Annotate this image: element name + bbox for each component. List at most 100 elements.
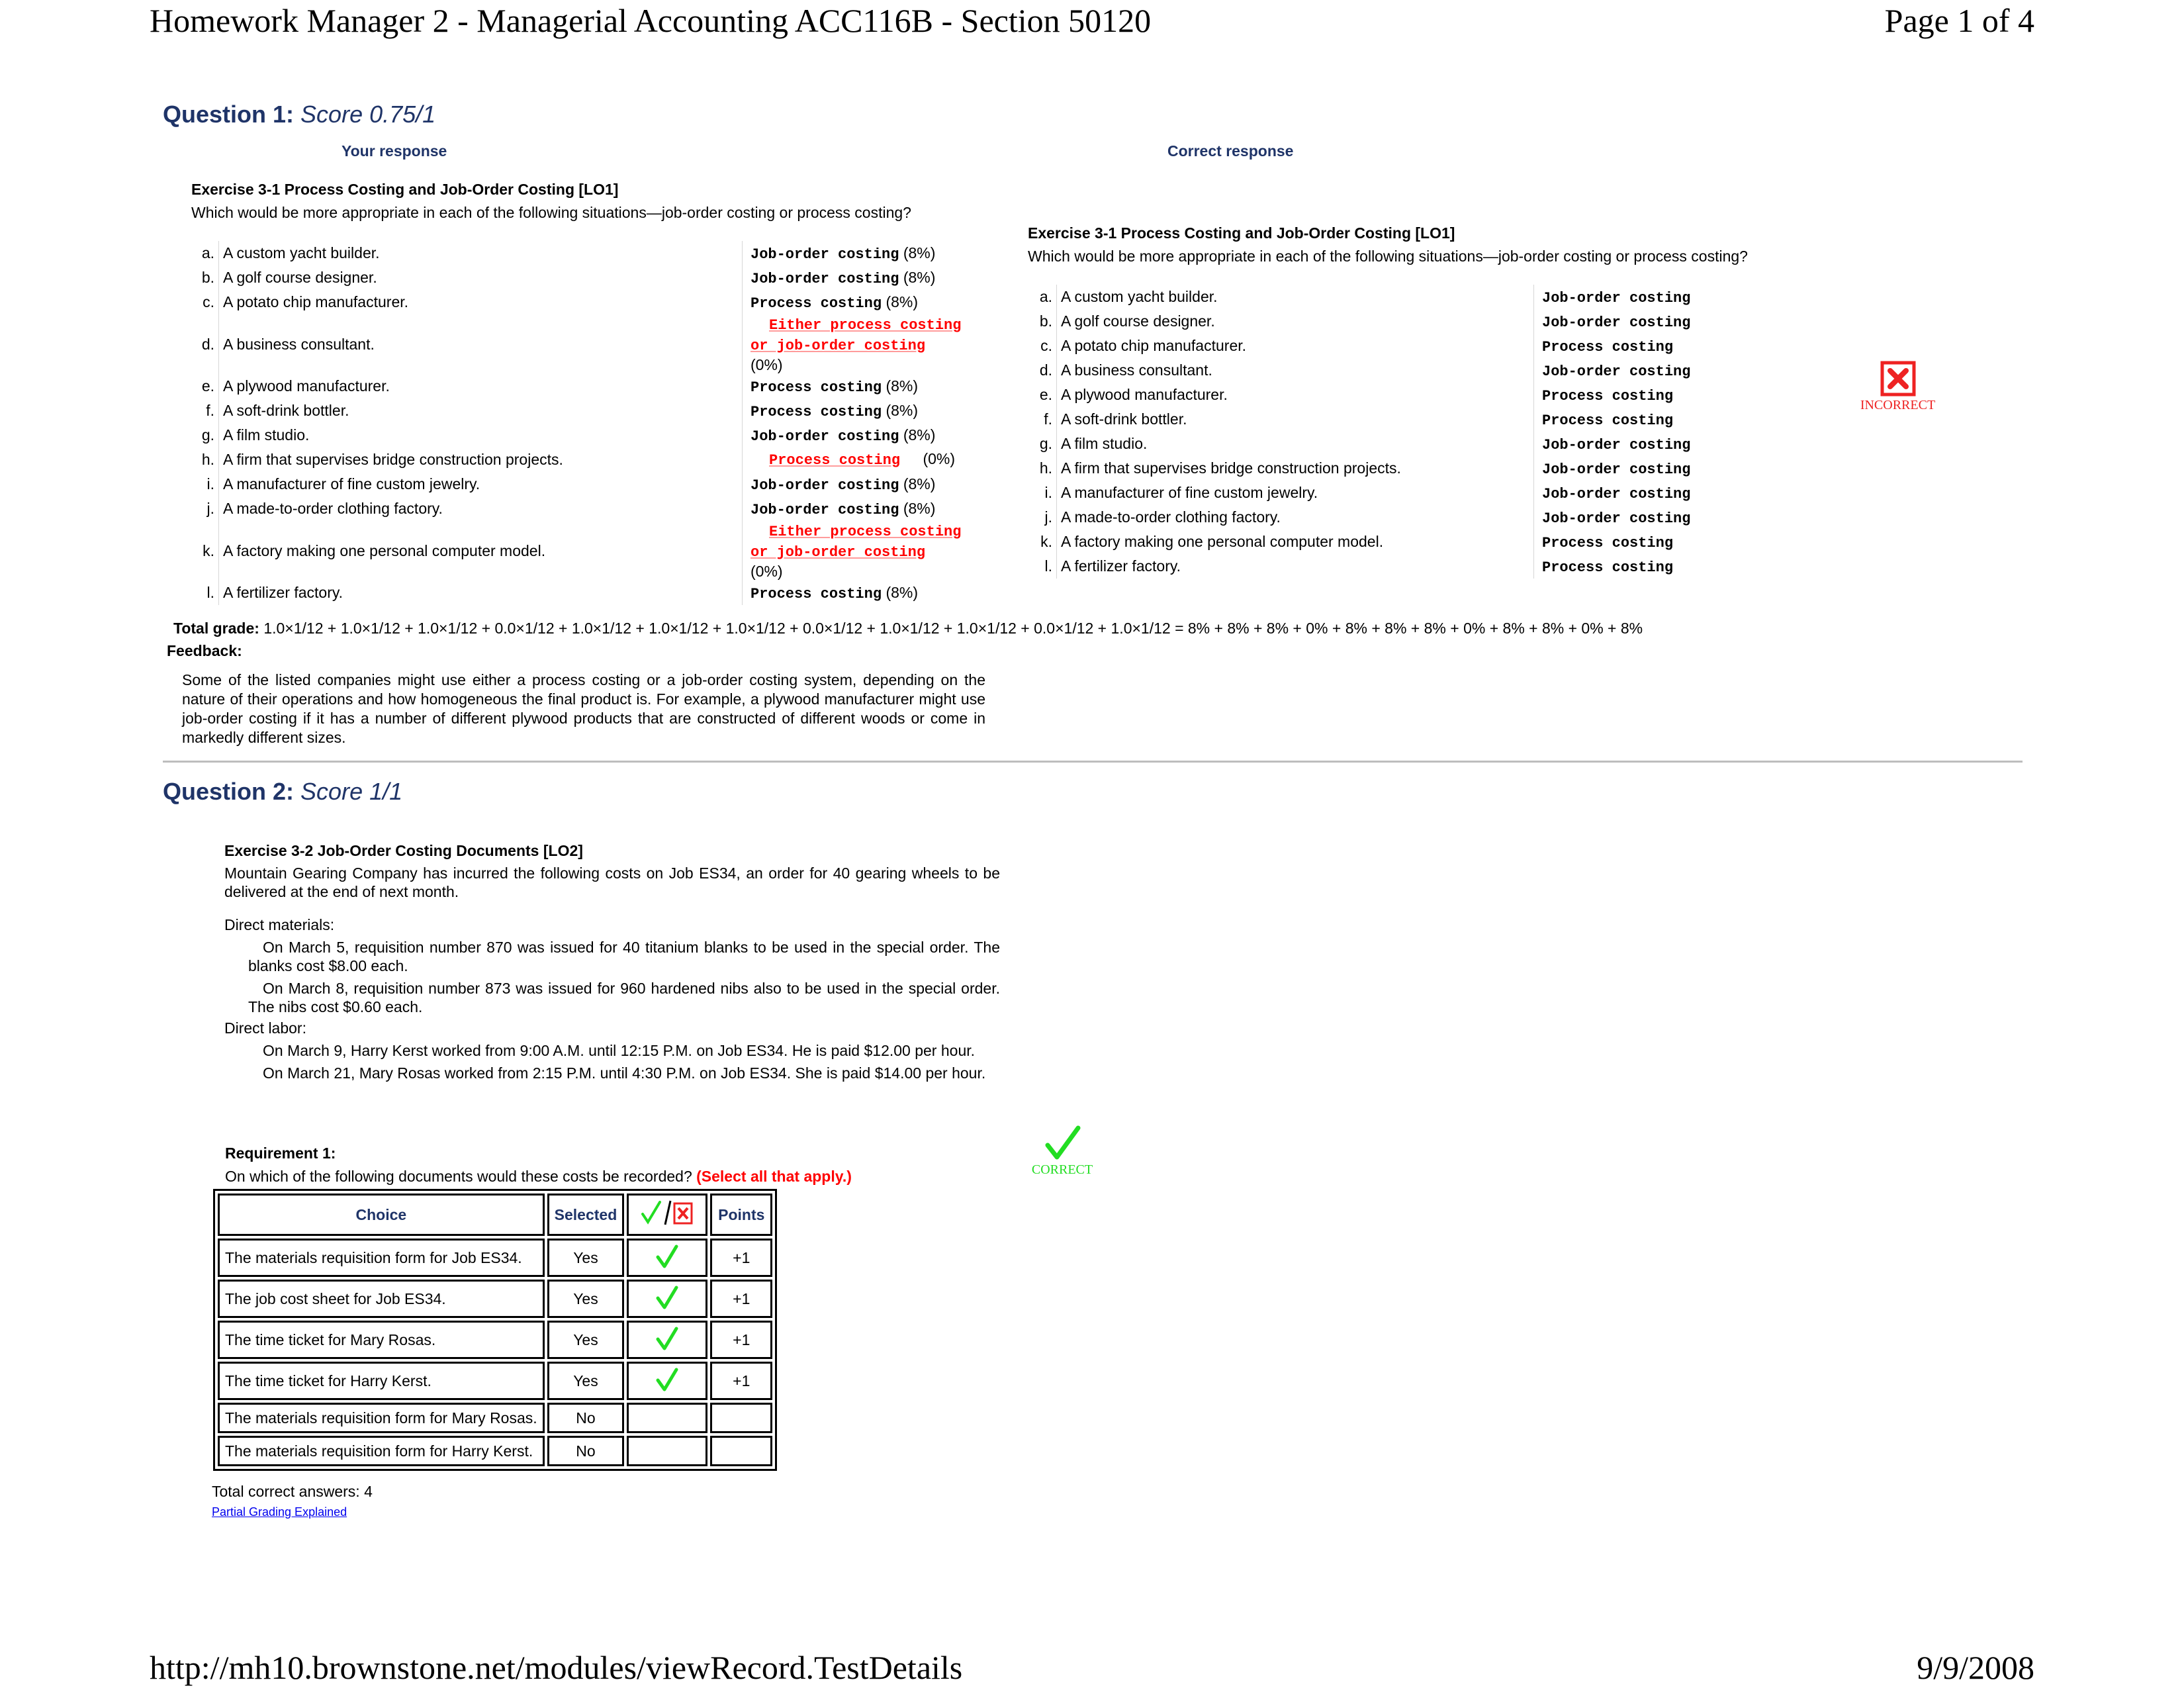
item-letter: g. xyxy=(192,423,219,447)
item-letter: i. xyxy=(192,472,219,496)
question-1-heading: Question 1: Score 0.75/1 xyxy=(163,101,435,128)
item-answer: Process costing (8%) xyxy=(742,581,973,605)
item-letter: e. xyxy=(1030,383,1057,407)
answer-percent: (8%) xyxy=(886,377,918,395)
requirement-hint: (Select all that apply.) xyxy=(696,1168,852,1185)
item-letter: b. xyxy=(1030,309,1057,334)
direct-material-item: On March 5, requisition number 870 was i… xyxy=(248,939,1000,974)
answer-text: Job-order costing xyxy=(1542,314,1691,331)
item-description: A fertilizer factory. xyxy=(223,584,343,601)
answer-percent: (0%) xyxy=(751,356,783,373)
points-value: +1 xyxy=(710,1362,773,1400)
correct-response-row: g. A film studio. Job-order costing xyxy=(1030,432,1771,456)
item-letter: h. xyxy=(192,447,219,472)
item-description: A custom yacht builder. xyxy=(1061,288,1218,305)
answer-text: Job-order costing xyxy=(751,270,899,287)
incorrect-badge: INCORRECT xyxy=(1853,361,1942,413)
item-description: A soft-drink bottler. xyxy=(223,402,349,419)
choice-header: Choice xyxy=(218,1194,545,1236)
item-letter: j. xyxy=(1030,505,1057,530)
item-letter: j. xyxy=(192,496,219,521)
question-1-score: Score 0.75/1 xyxy=(300,101,436,128)
answer-percent: (8%) xyxy=(903,499,936,517)
correct-response-row: d. A business consultant. Job-order costin… xyxy=(1030,358,1771,383)
requirement-question: On which of the following documents woul… xyxy=(225,1168,692,1185)
answer-percent: (8%) xyxy=(886,583,918,601)
choice-row: The materials requisition form for Mary … xyxy=(218,1403,773,1433)
item-answer: Job-order costing xyxy=(1533,456,1771,481)
item-answer: Job-order costing xyxy=(1533,285,1771,309)
item-letter: d. xyxy=(1030,358,1057,383)
item-description: A made-to-order clothing factory. xyxy=(223,500,443,517)
mark-cell xyxy=(627,1362,708,1400)
your-response-row: a. A custom yacht builder. Job-order costi… xyxy=(192,241,973,265)
item-letter: k. xyxy=(192,521,219,581)
check-or-x-icon xyxy=(641,1200,693,1225)
correct-label: CORRECT xyxy=(1031,1162,1093,1177)
selected-value: No xyxy=(547,1436,625,1466)
correct-response-row: l. A fertilizer factory. Process costing xyxy=(1030,554,1771,579)
answer-text: Process costing xyxy=(751,403,882,420)
partial-grading-link[interactable]: Partial Grading Explained xyxy=(212,1505,347,1519)
item-letter: l. xyxy=(192,581,219,605)
points-value: +1 xyxy=(710,1321,773,1359)
answer-text: Job-order costing xyxy=(751,501,899,518)
mark-cell xyxy=(627,1321,708,1359)
wrong-answer-text: Either process costing or job-order cost… xyxy=(751,317,962,354)
page-url: http://mh10.brownstone.net/modules/viewR… xyxy=(150,1649,963,1686)
item-answer: Process costing (8%) xyxy=(742,374,973,399)
points-value xyxy=(710,1436,773,1466)
answer-text: Job-order costing xyxy=(1542,485,1691,502)
item-description: A business consultant. xyxy=(1061,361,1212,379)
answer-text: Job-order costing xyxy=(1542,510,1691,527)
item-answer: Job-order costing (8%) xyxy=(742,472,973,496)
check-icon xyxy=(656,1368,678,1391)
item-answer: Process costing xyxy=(1533,334,1771,358)
check-icon xyxy=(656,1327,678,1350)
choices-table: Choice Selected Points The materials req… xyxy=(213,1189,778,1471)
answer-text: Job-order costing xyxy=(751,246,899,263)
item-letter: e. xyxy=(192,374,219,399)
question-divider xyxy=(163,761,2023,763)
choice-text: The materials requisition form for Job E… xyxy=(218,1239,545,1277)
question-2-score: Score 1/1 xyxy=(300,778,403,805)
item-letter: b. xyxy=(192,265,219,290)
question-1-label: Question 1: xyxy=(163,101,295,128)
item-description: A custom yacht builder. xyxy=(223,244,380,261)
answer-text: Job-order costing xyxy=(1542,436,1691,453)
feedback-label: Feedback: xyxy=(167,642,242,659)
your-response-row: l. A fertilizer factory. Process costing (… xyxy=(192,581,973,605)
check-or-x-header xyxy=(627,1194,708,1236)
answer-percent: (0%) xyxy=(751,563,783,580)
points-value: +1 xyxy=(710,1280,773,1318)
points-header: Points xyxy=(710,1194,773,1236)
mark-cell xyxy=(627,1280,708,1318)
document-title: Homework Manager 2 - Managerial Accounti… xyxy=(150,2,1152,39)
choice-text: The materials requisition form for Mary … xyxy=(218,1403,545,1433)
your-response-row: d. A business consultant. Either process c… xyxy=(192,314,973,374)
item-description: A factory making one personal computer m… xyxy=(1061,533,1384,550)
item-answer: Job-order costing (8%) xyxy=(742,423,973,447)
answer-percent: (8%) xyxy=(903,268,936,286)
item-letter: c. xyxy=(192,290,219,314)
correct-response-heading: Correct response xyxy=(1167,142,1294,160)
item-letter: f. xyxy=(192,399,219,423)
correct-badge: CORRECT xyxy=(1023,1125,1102,1178)
direct-labor-label: Direct labor: xyxy=(224,1019,306,1037)
answer-text: Process costing xyxy=(1542,338,1674,355)
answer-percent: (8%) xyxy=(903,475,936,492)
mark-cell xyxy=(627,1436,708,1466)
item-description: A manufacturer of fine custom jewelry. xyxy=(1061,484,1318,501)
correct-response-row: i. A manufacturer of fine custom jewelry.… xyxy=(1030,481,1771,505)
choice-text: The materials requisition form for Harry… xyxy=(218,1436,545,1466)
item-answer: Either process costing or job-order cost… xyxy=(742,521,973,581)
answer-text: Process costing xyxy=(1542,412,1674,429)
item-letter: f. xyxy=(1030,407,1057,432)
answer-text: Process costing xyxy=(1542,559,1674,576)
item-description: A business consultant. xyxy=(223,335,375,353)
item-answer: Job-order costing (8%) xyxy=(742,496,973,521)
item-answer: Process costing xyxy=(1533,407,1771,432)
direct-labor-item: On March 9, Harry Kerst worked from 9:00… xyxy=(263,1042,976,1059)
item-answer: Process costing xyxy=(1533,530,1771,554)
print-date: 9/9/2008 xyxy=(1917,1649,2034,1686)
